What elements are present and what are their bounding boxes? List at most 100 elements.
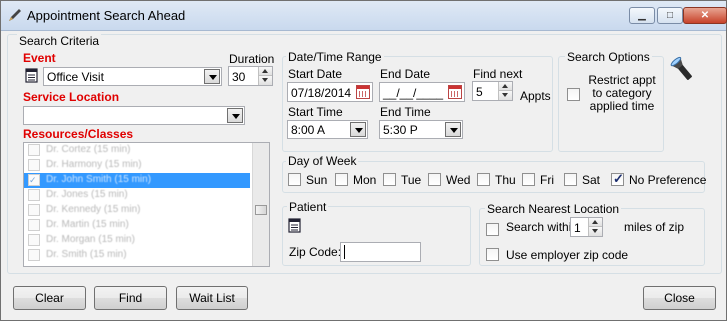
resource-checkbox[interactable]: [28, 189, 40, 201]
event-label: Event: [23, 51, 56, 65]
resource-label: Dr. Martin (15 min): [46, 219, 129, 230]
duration-value: 30: [232, 70, 246, 84]
resource-list-item[interactable]: Dr. Morgan (15 min): [24, 233, 250, 248]
resource-checkbox[interactable]: [28, 144, 40, 156]
search-within-value: 1: [574, 221, 581, 235]
service-location-select[interactable]: [23, 106, 245, 125]
end-time-select[interactable]: 5:30 P: [379, 120, 463, 139]
day-checkbox-no-preference[interactable]: [611, 171, 624, 187]
chevron-down-icon[interactable]: [204, 69, 220, 84]
resource-list-item[interactable]: Dr. Smith (15 min): [24, 248, 250, 263]
employer-zip-checkbox[interactable]: [486, 248, 499, 261]
clear-button[interactable]: Clear: [13, 286, 86, 310]
day-checkbox-sat[interactable]: [564, 173, 577, 186]
chevron-down-icon[interactable]: [227, 108, 243, 123]
search-options-legend: Search Options: [565, 50, 652, 64]
resource-label: Dr. John Smith (15 min): [46, 174, 152, 185]
appointment-search-window: Appointment Search Ahead ▁ □ ✕ Search Cr…: [0, 0, 727, 321]
resources-scrollbar[interactable]: [252, 143, 269, 266]
restrict-appt-label: Restrict appt to category applied time: [588, 73, 656, 113]
end-date-value: __/__/____: [383, 86, 444, 100]
start-date-field[interactable]: 07/18/2014: [287, 82, 373, 102]
resource-list-item[interactable]: Dr. Martin (15 min): [24, 218, 250, 233]
day-label: Mon: [353, 173, 377, 187]
appts-label: Appts: [520, 89, 551, 103]
zip-code-input[interactable]: [340, 242, 421, 262]
close-button[interactable]: Close: [643, 286, 716, 310]
day-checkbox-tue[interactable]: [383, 173, 396, 186]
event-select[interactable]: Office Visit: [43, 67, 222, 86]
resource-label: Dr. Morgan (15 min): [46, 234, 135, 245]
chevron-down-icon[interactable]: [445, 122, 461, 137]
day-label: No Preference: [629, 173, 707, 187]
pen-icon: [9, 9, 21, 21]
resource-list-item[interactable]: Dr. Kennedy (15 min): [24, 203, 250, 218]
resource-checkbox[interactable]: [28, 234, 40, 246]
calendar-icon[interactable]: [448, 85, 462, 99]
day-label: Wed: [446, 173, 471, 187]
day-checkbox-thu[interactable]: [477, 173, 490, 186]
search-within-spinner[interactable]: [588, 218, 602, 236]
find-button[interactable]: Find: [94, 286, 167, 310]
duration-label: Duration: [229, 52, 275, 66]
text-cursor: [344, 245, 345, 259]
flashlight-icon[interactable]: [668, 55, 698, 85]
restrict-appt-checkbox[interactable]: [567, 88, 580, 101]
resource-checkbox[interactable]: [28, 249, 40, 261]
event-list-icon[interactable]: [25, 68, 38, 83]
day-checkbox-sun[interactable]: [288, 173, 301, 186]
find-next-value: 5: [476, 85, 483, 99]
resource-checkbox[interactable]: [28, 219, 40, 231]
patient-legend: Patient: [287, 200, 329, 214]
end-date-label: End Date: [380, 67, 431, 81]
day-checkbox-mon[interactable]: [335, 173, 348, 186]
maximize-button[interactable]: □: [657, 7, 683, 24]
calendar-icon[interactable]: [356, 85, 370, 99]
resource-label: Dr. Kennedy (15 min): [46, 204, 141, 215]
chevron-down-icon[interactable]: [350, 122, 366, 137]
title-bar: Appointment Search Ahead ▁ □ ✕: [1, 1, 727, 31]
resource-checkbox[interactable]: [28, 159, 40, 171]
resources-label: Resources/Classes: [23, 127, 134, 141]
wait-list-button[interactable]: Wait List: [176, 286, 248, 310]
end-date-field[interactable]: __/__/____: [379, 82, 465, 102]
close-window-button[interactable]: ✕: [683, 7, 727, 24]
resource-list-item[interactable]: Dr. Cortez (15 min): [24, 143, 250, 158]
search-within-checkbox[interactable]: [486, 223, 499, 236]
day-label: Sat: [582, 173, 601, 187]
resource-checkbox[interactable]: ✓: [28, 174, 40, 186]
resource-checkbox[interactable]: [28, 204, 40, 216]
resources-list[interactable]: Dr. Cortez (15 min) Dr. Harmony (15 min) ✓…: [23, 142, 270, 267]
day-label: Fri: [540, 173, 554, 187]
window-title: Appointment Search Ahead: [27, 8, 186, 23]
day-of-week-legend: Day of Week: [286, 154, 359, 168]
find-next-stepper[interactable]: 5: [472, 81, 513, 101]
search-within-label: Search within: [506, 220, 579, 234]
miles-of-zip-label: miles of zip: [624, 220, 685, 234]
start-date-label: Start Date: [288, 67, 343, 81]
day-label: Sun: [306, 173, 328, 187]
resource-label: Dr. Smith (15 min): [46, 249, 127, 260]
resource-list-item[interactable]: Dr. Harmony (15 min): [24, 158, 250, 173]
day-checkbox-fri[interactable]: [522, 173, 535, 186]
resource-label: Dr. Jones (15 min): [46, 189, 128, 200]
start-date-value: 07/18/2014: [291, 86, 352, 100]
resource-label: Dr. Cortez (15 min): [46, 144, 131, 155]
end-time-label: End Time: [380, 105, 431, 119]
minimize-button[interactable]: ▁: [629, 7, 655, 24]
day-label: Thu: [495, 173, 516, 187]
duration-stepper[interactable]: 30: [228, 66, 273, 86]
resource-list-item[interactable]: ✓ Dr. John Smith (15 min): [24, 173, 250, 188]
start-time-value: 8:00 A: [291, 123, 326, 137]
duration-spinner[interactable]: [258, 67, 272, 85]
resource-list-item[interactable]: Dr. Jones (15 min): [24, 188, 250, 203]
day-checkbox-wed[interactable]: [428, 173, 441, 186]
find-next-spinner[interactable]: [498, 82, 512, 100]
start-time-label: Start Time: [288, 105, 343, 119]
event-value: Office Visit: [47, 70, 104, 84]
resource-label: Dr. Harmony (15 min): [46, 159, 142, 170]
search-within-stepper[interactable]: 1: [570, 217, 603, 237]
service-location-label: Service Location: [23, 90, 120, 104]
patient-list-icon[interactable]: [288, 218, 301, 233]
start-time-select[interactable]: 8:00 A: [287, 120, 368, 139]
